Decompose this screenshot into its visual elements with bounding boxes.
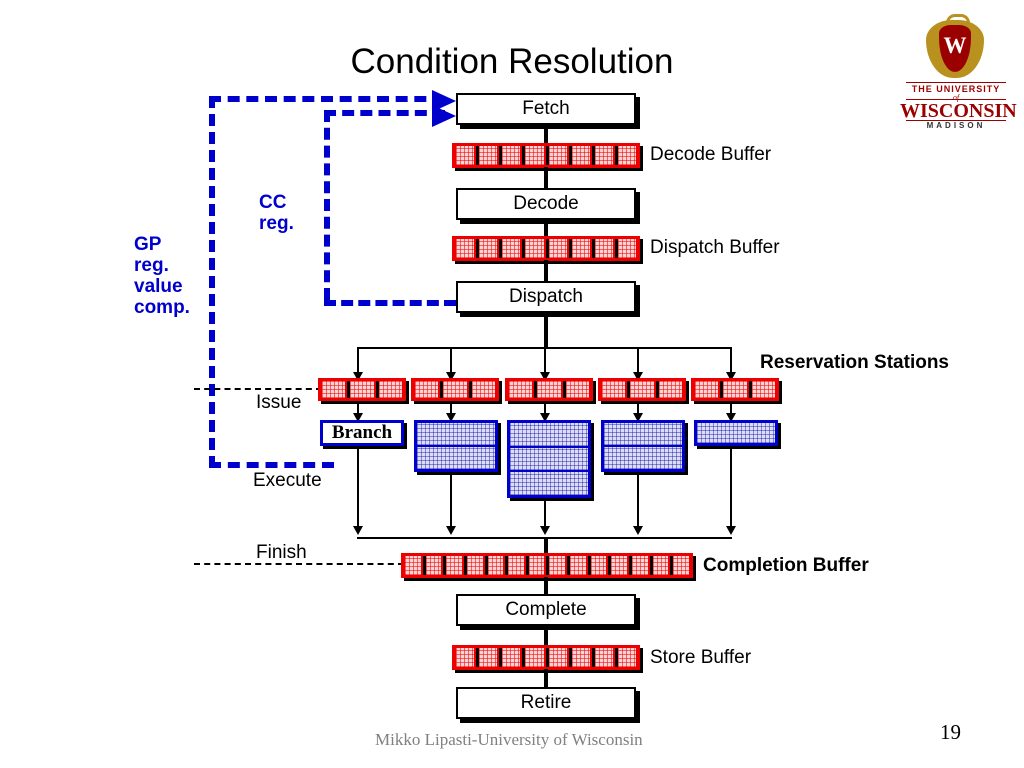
cc-reg-path-top: [324, 110, 445, 116]
gp-reg-path-bottom: [209, 462, 334, 468]
functional-unit-branch[interactable]: Branch: [320, 420, 404, 446]
fu2-finish-arrow: [446, 526, 456, 535]
annotation-cc-reg: CC reg.: [259, 192, 294, 234]
university-of-wisconsin-logo: W THE UNIVERSITY of WISCONSIN MADISON: [900, 14, 1017, 130]
completion-buffer-label: Completion Buffer: [703, 555, 869, 576]
cc-reg-path-bottom: [324, 300, 456, 306]
fu3-finish-arrow: [540, 526, 550, 535]
crest-letter: W: [943, 33, 967, 58]
cc-reg-path-vertical: [324, 110, 330, 300]
reservation-station-5[interactable]: [691, 378, 779, 401]
finish-label: Finish: [256, 542, 307, 563]
completion-buffer[interactable]: [401, 553, 693, 578]
logo-line-madison: MADISON: [926, 121, 986, 130]
stage-complete[interactable]: Complete: [456, 594, 636, 626]
functional-unit-5[interactable]: [694, 420, 778, 446]
decode-buffer-label: Decode Buffer: [650, 144, 772, 165]
functional-unit-4[interactable]: [601, 420, 685, 472]
bus-leg-1: [357, 347, 359, 374]
connector-complete-to-storebuffer: [544, 626, 548, 646]
bus-leg-4: [637, 347, 639, 374]
dispatch-buffer-label: Dispatch Buffer: [650, 237, 780, 258]
stage-dispatch[interactable]: Dispatch: [456, 281, 636, 313]
footer-attribution: Mikko Lipasti-University of Wisconsin: [375, 730, 643, 749]
page-title: Condition Resolution: [350, 42, 674, 81]
fu1-to-finish-bus: [357, 446, 359, 528]
connector-storebuffer-to-retire: [544, 669, 548, 688]
stage-retire[interactable]: Retire: [456, 687, 636, 719]
fu5-to-finish-bus: [730, 446, 732, 528]
bus-leg-3: [544, 347, 546, 374]
connector-dispatchbuffer-to-dispatch: [544, 260, 548, 282]
bus-leg-2: [450, 347, 452, 374]
reservation-stations-label: Reservation Stations: [760, 352, 949, 373]
fu1-finish-arrow: [353, 526, 363, 535]
decode-buffer[interactable]: [452, 143, 640, 168]
execute-label: Execute: [253, 470, 322, 491]
reservation-station-2[interactable]: [411, 378, 499, 401]
functional-unit-branch-label: Branch: [331, 422, 393, 443]
connector-decodebuffer-to-decode: [544, 167, 548, 190]
reservation-station-3[interactable]: [505, 378, 593, 401]
stage-fetch[interactable]: Fetch: [456, 93, 636, 125]
store-buffer[interactable]: [452, 645, 640, 670]
fu4-to-finish-bus: [637, 472, 639, 528]
dispatch-buffer[interactable]: [452, 236, 640, 261]
page-number: 19: [940, 720, 961, 744]
cc-reg-arrowhead: [432, 105, 456, 127]
gp-reg-path-vertical: [209, 96, 215, 468]
gp-reg-path-top: [209, 96, 445, 102]
store-buffer-label: Store Buffer: [650, 647, 752, 668]
issue-divider-line: [194, 388, 322, 390]
fu2-to-finish-bus: [450, 472, 452, 528]
functional-unit-2[interactable]: [414, 420, 498, 472]
annotation-gp-reg: GP reg. value comp.: [134, 234, 190, 318]
stage-decode[interactable]: Decode: [456, 188, 636, 220]
functional-unit-3[interactable]: [507, 420, 591, 498]
fu3-to-finish-bus: [544, 498, 546, 528]
fu4-finish-arrow: [633, 526, 643, 535]
fu5-finish-arrow: [726, 526, 736, 535]
uw-crest-icon: W: [926, 14, 984, 80]
bus-leg-5: [730, 347, 732, 374]
issue-label: Issue: [256, 392, 302, 413]
reservation-station-1[interactable]: [318, 378, 406, 401]
connector-dispatch-to-bus: [544, 313, 548, 348]
connector-decode-to-dispatchbuffer: [544, 220, 548, 237]
reservation-station-4[interactable]: [598, 378, 686, 401]
